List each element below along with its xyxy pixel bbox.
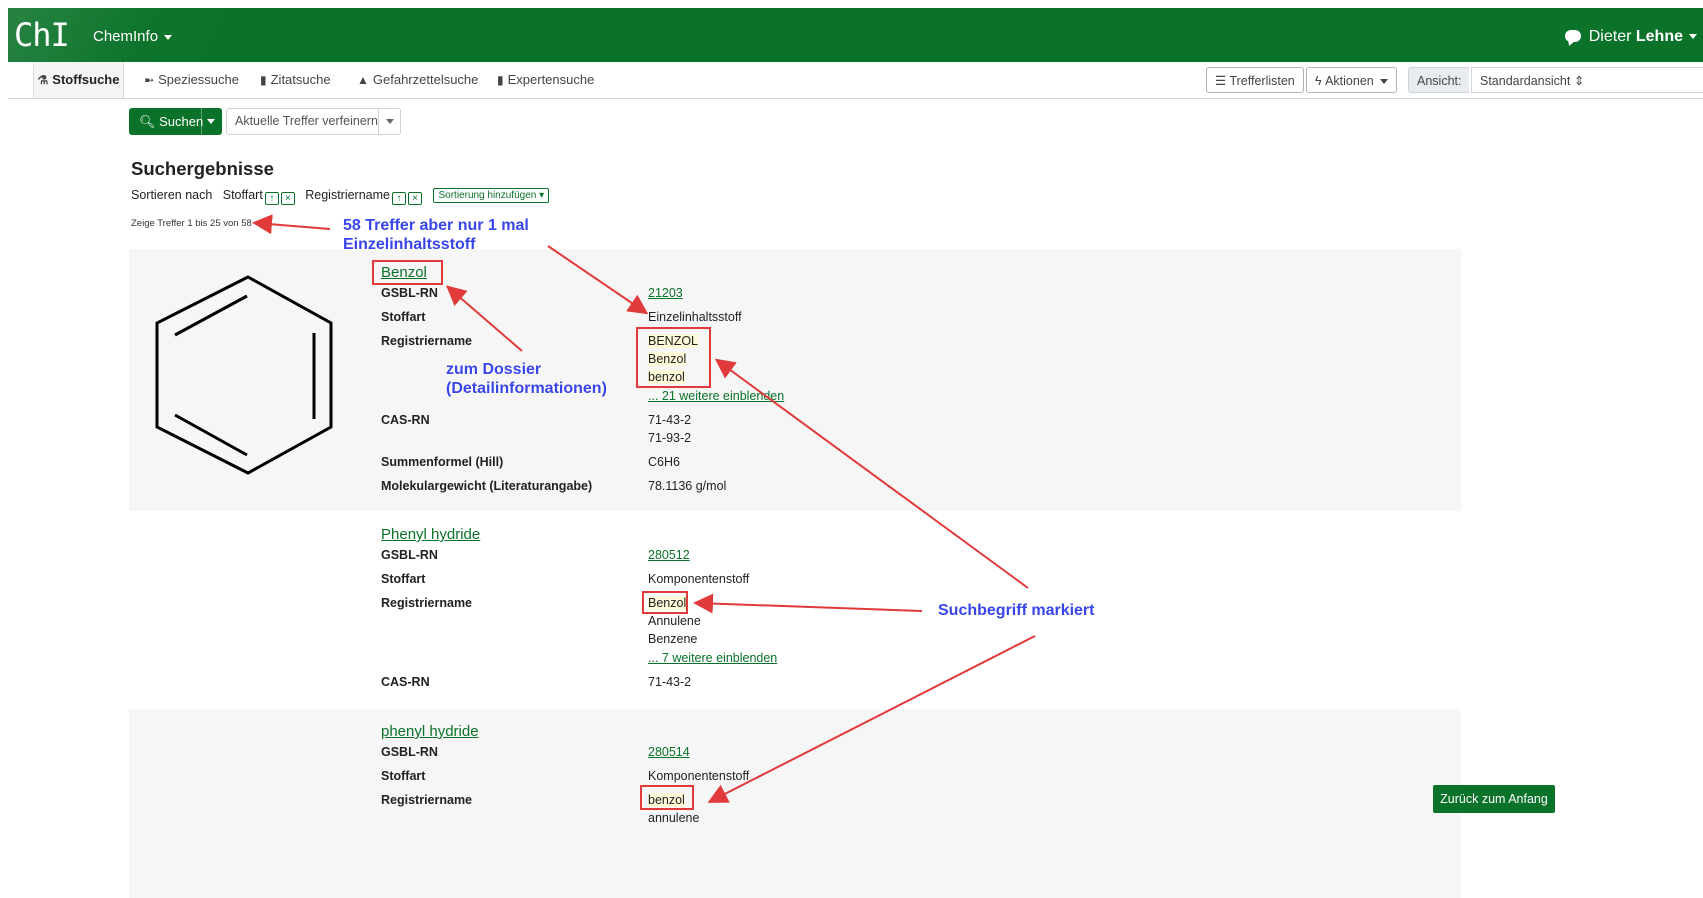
annotation-arrows [252, 214, 1036, 803]
annotation-line: 58 Treffer aber nur 1 mal [343, 217, 529, 234]
annotation-line: (Detailinformationen) [446, 380, 607, 397]
annotation-text: zum Dossier (Detailinformationen) [446, 360, 607, 398]
annotation-text: 58 Treffer aber nur 1 mal Einzelinhaltss… [343, 216, 529, 254]
annotation-line: zum Dossier [446, 361, 542, 378]
annotation-text: Suchbegriff markiert [938, 602, 1095, 619]
annotation-line: Einzelinhaltsstoff [343, 236, 476, 253]
